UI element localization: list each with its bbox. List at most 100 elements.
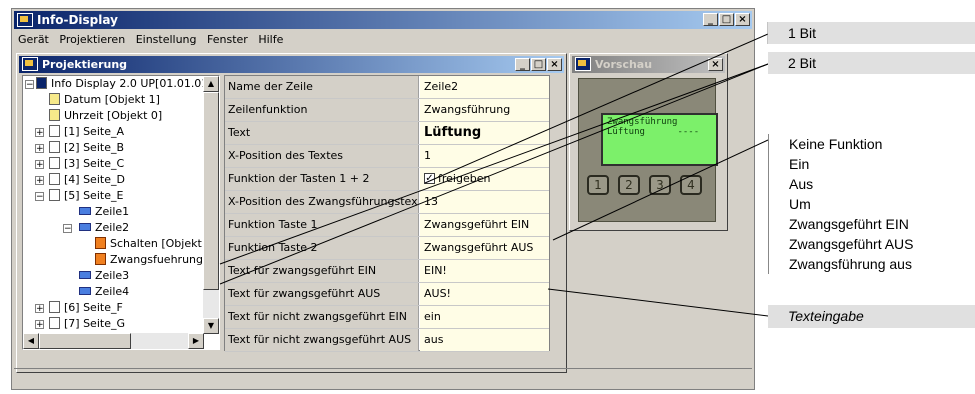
annotation-2-bit: 2 Bit (768, 52, 975, 74)
page-icon (49, 301, 60, 313)
tree-node-seite-g[interactable]: [7] Seite_G (49, 316, 125, 332)
property-row[interactable]: Zeilenfunktion Zwangsführung (225, 99, 549, 122)
tree-vertical-scrollbar[interactable]: ▲ ▼ (203, 76, 219, 334)
tree-node-uhrzeit[interactable]: Uhrzeit [Objekt 0] (49, 108, 162, 124)
tree-node-seite-d[interactable]: [4] Seite_D (49, 172, 125, 188)
device-key-1[interactable]: 1 (587, 175, 609, 195)
projektierung-minimize-button[interactable]: _ (515, 58, 530, 71)
page-icon (49, 125, 60, 137)
scroll-right-icon[interactable]: ▶ (188, 333, 204, 349)
property-row[interactable]: Text für zwangsgeführt EIN EIN! (225, 260, 549, 283)
tree-node-schalten[interactable]: Schalten [Objekt (95, 236, 202, 252)
status-bar (14, 368, 752, 387)
page-icon (49, 173, 60, 185)
property-value[interactable]: Zwangsführung (420, 99, 549, 121)
property-row[interactable]: Text für nicht zwangsgeführt AUS aus (225, 329, 549, 352)
property-grid: Name der Zeile Zeile2 Zeilenfunktion Zwang… (224, 75, 550, 352)
property-value[interactable]: Zwangsgeführt EIN (420, 214, 549, 236)
freigeben-checkbox[interactable]: ✓ (424, 172, 435, 184)
property-row[interactable]: X-Position des Zwangsführungstextes 13 (225, 191, 549, 214)
property-value[interactable]: AUS! (420, 283, 549, 305)
tree-horizontal-scrollbar[interactable]: ◀ ▶ (23, 333, 204, 349)
tree-node-seite-f[interactable]: [6] Seite_F (49, 300, 123, 316)
tree-node-datum[interactable]: Datum [Objekt 1] (49, 92, 160, 108)
property-row[interactable]: Funktion der Tasten 1 + 2 ✓ freigeben (225, 168, 549, 191)
projektierung-maximize-button[interactable]: □ (531, 58, 546, 71)
property-value[interactable]: ein (420, 306, 549, 328)
property-row[interactable]: Funktion Taste 2 Zwangsgeführt AUS (225, 237, 549, 260)
tree-node-seite-e[interactable]: [5] Seite_E (49, 188, 123, 204)
annotation-function-item: Um (789, 196, 811, 212)
tree-vscroll-thumb[interactable] (203, 92, 219, 290)
scroll-left-icon[interactable]: ◀ (23, 333, 39, 349)
property-row[interactable]: Funktion Taste 1 Zwangsgeführt EIN (225, 214, 549, 237)
project-tree[interactable]: − Info Display 2.0 UP[01.01.01E Datum [O… (22, 75, 220, 350)
tree-node-seite-b[interactable]: [2] Seite_B (49, 140, 124, 156)
tree-node-seite-a[interactable]: [1] Seite_A (49, 124, 124, 140)
page-icon (49, 189, 60, 201)
tree-expand-seite-g[interactable]: + (35, 320, 44, 330)
property-row[interactable]: Text für nicht zwangsgeführt EIN ein (225, 306, 549, 329)
property-row[interactable]: X-Position des Textes 1 (225, 145, 549, 168)
annotation-1-bit: 1 Bit (768, 22, 975, 44)
close-button[interactable]: × (735, 13, 750, 26)
tree-expand-seite-b[interactable]: + (35, 144, 44, 154)
tree-expand-seite-c[interactable]: + (35, 160, 44, 170)
property-value[interactable]: ✓ freigeben (420, 168, 549, 190)
display-icon (36, 77, 47, 89)
property-row[interactable]: Name der Zeile Zeile2 (225, 76, 549, 99)
annotation-texteingabe: Texteingabe (768, 305, 975, 328)
property-row[interactable]: Text Lüftung (225, 122, 549, 145)
property-value[interactable]: aus (420, 329, 549, 351)
tree-node-zeile1[interactable]: Zeile1 (79, 204, 129, 220)
property-value[interactable]: 1 (420, 145, 549, 167)
tree-collapse-root[interactable]: − (25, 80, 34, 90)
menu-fenster[interactable]: Fenster (207, 33, 248, 46)
tree-node-zeile4[interactable]: Zeile4 (79, 284, 129, 300)
page-icon (49, 157, 60, 169)
vorschau-titlebar[interactable]: Vorschau × (572, 56, 725, 73)
communication-object-icon (95, 253, 106, 265)
app-icon (17, 12, 33, 27)
tree-node-device[interactable]: Info Display 2.0 UP[01.01.01E (36, 76, 215, 92)
menu-geraet[interactable]: Gerät (18, 33, 49, 46)
projektierung-close-button[interactable]: × (547, 58, 562, 71)
annotation-function-item: Keine Funktion (789, 136, 883, 152)
scroll-down-icon[interactable]: ▼ (203, 318, 219, 334)
tree-expand-seite-d[interactable]: + (35, 176, 44, 186)
menu-hilfe[interactable]: Hilfe (258, 33, 283, 46)
property-value[interactable]: Zeile2 (420, 76, 549, 98)
property-value[interactable]: Zwangsgeführt AUS (420, 237, 549, 259)
tree-expand-seite-f[interactable]: + (35, 304, 44, 314)
property-value[interactable]: Lüftung (420, 122, 549, 144)
annotation-function-item: Zwangsgeführt AUS (789, 236, 914, 252)
device-preview: Zwangsführung Lüftung ---- 1 2 3 4 (578, 78, 718, 222)
projektierung-titlebar[interactable]: Projektierung _ □ × (19, 56, 564, 73)
app-title: Info-Display (37, 13, 118, 27)
tree-expand-seite-a[interactable]: + (35, 128, 44, 138)
property-row[interactable]: Text für zwangsgeführt AUS AUS! (225, 283, 549, 306)
minimize-button[interactable]: _ (703, 13, 718, 26)
tree-hscroll-thumb[interactable] (39, 333, 131, 349)
device-key-4[interactable]: 4 (680, 175, 702, 195)
tree-node-seite-c[interactable]: [3] Seite_C (49, 156, 124, 172)
annotation-function-item: Zwangsführung aus (789, 256, 912, 272)
app-titlebar[interactable]: Info-Display _ □ × (14, 11, 752, 29)
property-value[interactable]: 13 (420, 191, 549, 213)
annotation-function-item: Zwangsgeführt EIN (789, 216, 909, 232)
tree-collapse-zeile2[interactable]: − (63, 224, 72, 234)
device-key-2[interactable]: 2 (618, 175, 640, 195)
device-key-3[interactable]: 3 (649, 175, 671, 195)
menu-projektieren[interactable]: Projektieren (59, 33, 125, 46)
tree-collapse-seite-e[interactable]: − (35, 192, 44, 202)
menu-einstellung[interactable]: Einstellung (136, 33, 197, 46)
tree-node-zeile3[interactable]: Zeile3 (79, 268, 129, 284)
scroll-up-icon[interactable]: ▲ (203, 76, 219, 92)
tree-node-zwangsfuehrung[interactable]: Zwangsfuehrung (95, 252, 203, 268)
maximize-button[interactable]: □ (719, 13, 734, 26)
communication-object-icon (95, 237, 106, 249)
property-value[interactable]: EIN! (420, 260, 549, 282)
annotation-function-item: Aus (789, 176, 814, 192)
tree-node-zeile2[interactable]: Zeile2 (79, 220, 129, 236)
vorschau-close-button[interactable]: × (708, 58, 723, 71)
